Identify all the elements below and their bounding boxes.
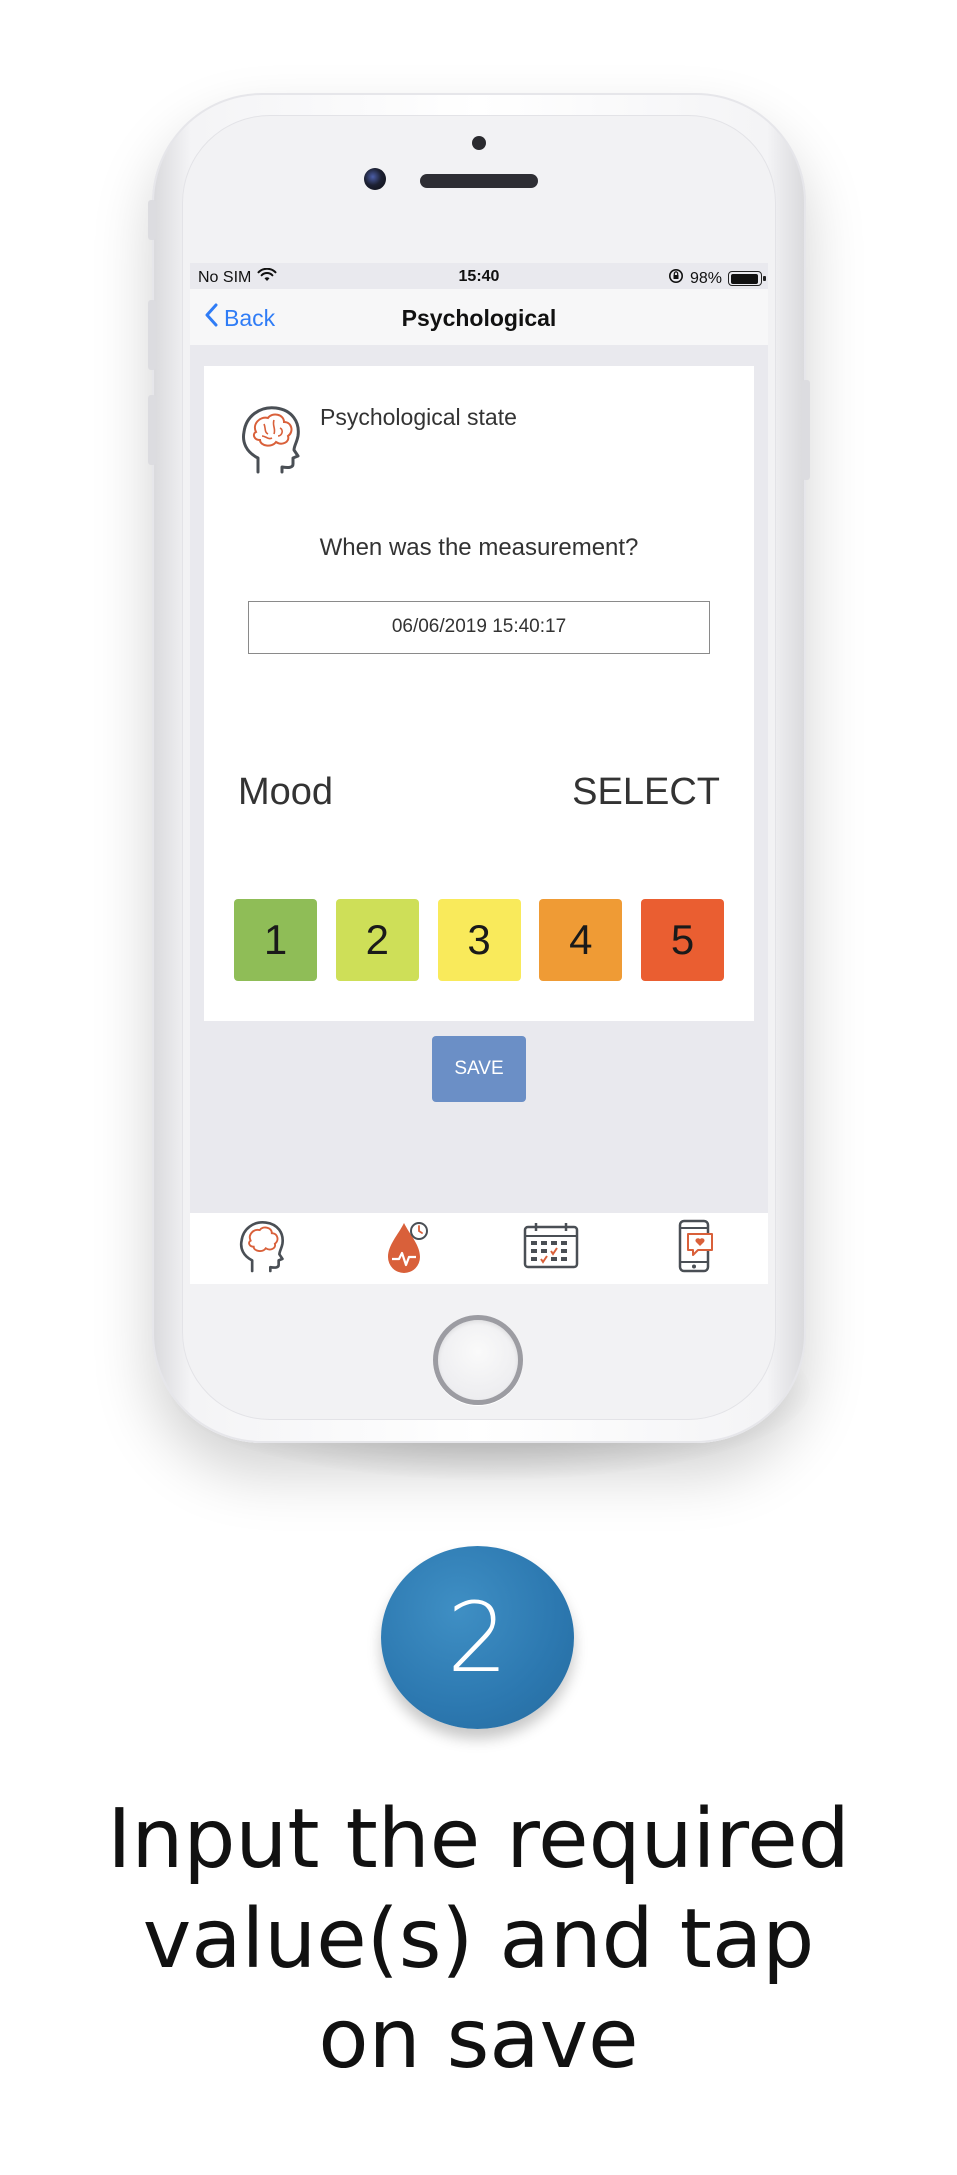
caption-line: value(s) and tap — [142, 1892, 815, 1987]
brain-head-icon — [238, 402, 304, 476]
instruction-caption: Input the required value(s) and tap on s… — [60, 1790, 897, 2090]
caption-line: on save — [318, 1992, 639, 2087]
status-bar: No SIM 15:40 98% — [190, 263, 768, 289]
calendar-icon — [522, 1221, 580, 1276]
mood-label: Mood — [238, 771, 334, 813]
battery-icon — [728, 271, 766, 286]
mute-switch — [148, 200, 156, 240]
measurement-question: When was the measurement? — [319, 534, 639, 561]
home-button[interactable] — [433, 1315, 523, 1405]
tab-bar — [190, 1213, 768, 1284]
brain-head-icon — [237, 1218, 287, 1279]
earpiece-speaker — [420, 174, 538, 188]
app-screen: No SIM 15:40 98% Back Psychological Psyc… — [190, 263, 768, 1284]
tab-psychological[interactable] — [190, 1213, 335, 1284]
blood-drop-icon — [384, 1217, 430, 1280]
battery-percent: 98% — [689, 269, 722, 287]
step-number-badge: 2 — [381, 1546, 574, 1729]
navigation-bar: Back Psychological — [190, 289, 768, 345]
rotation-lock-icon — [668, 268, 684, 289]
page-title: Psychological — [401, 305, 557, 331]
card-title: Psychological state — [320, 404, 517, 430]
tab-calendar[interactable] — [479, 1213, 624, 1284]
caption-line: Input the required — [107, 1792, 850, 1887]
volume-down-button — [148, 395, 156, 465]
mood-option-1[interactable]: 1 — [234, 899, 317, 981]
phone-message-icon — [676, 1218, 716, 1279]
front-camera — [364, 168, 386, 190]
mood-option-2[interactable]: 2 — [335, 899, 419, 981]
save-button[interactable]: SAVE — [432, 1036, 526, 1102]
tab-messages[interactable] — [624, 1213, 769, 1284]
mood-option-3[interactable]: 3 — [437, 899, 521, 981]
mood-selection-value: SELECT — [572, 771, 720, 813]
measurement-date-field[interactable]: 06/06/2019 15:40:17 — [248, 601, 710, 654]
volume-up-button — [148, 300, 156, 370]
measurement-card: Psychological state When was the measure… — [204, 366, 754, 1021]
tab-vitals[interactable] — [335, 1213, 480, 1284]
mood-option-5[interactable]: 5 — [641, 899, 724, 981]
power-button — [802, 380, 810, 480]
proximity-sensor — [472, 136, 486, 150]
mood-scale: 1 2 3 4 5 — [234, 899, 724, 981]
mood-option-4[interactable]: 4 — [539, 899, 623, 981]
